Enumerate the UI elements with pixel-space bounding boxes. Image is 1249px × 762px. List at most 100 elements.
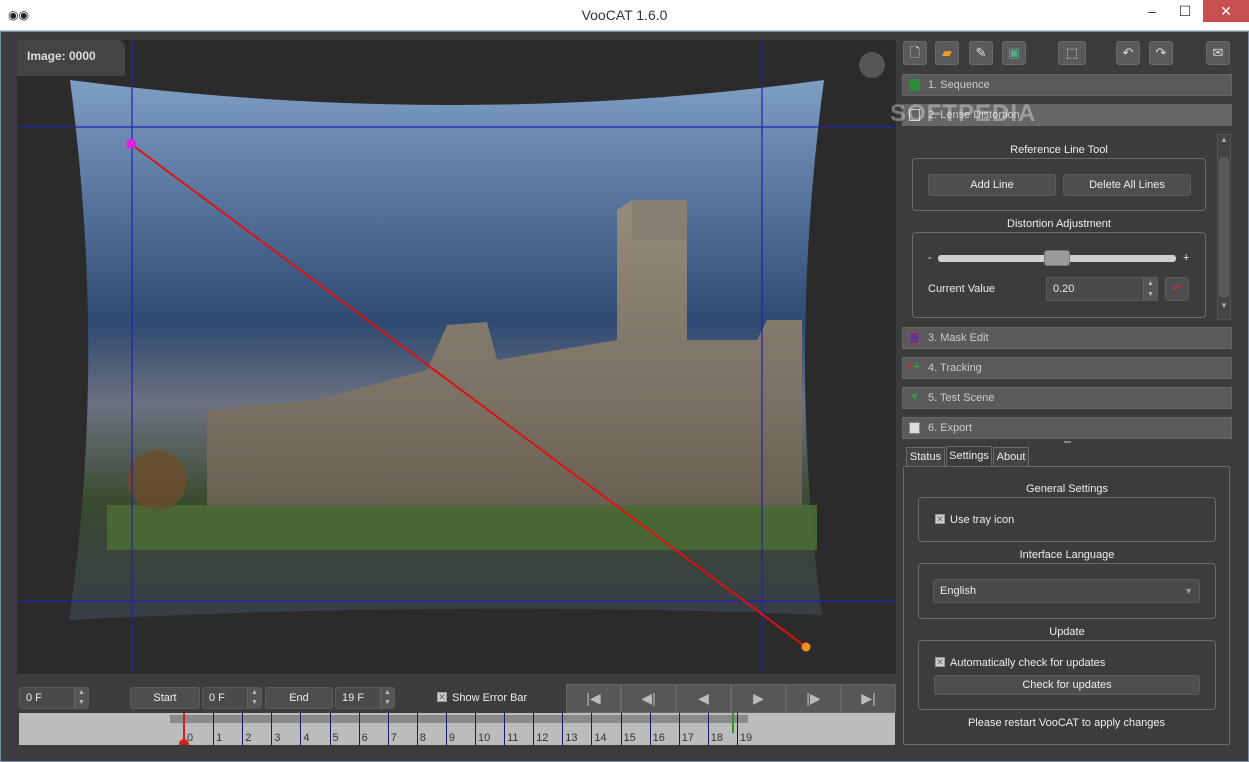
start-frame-input[interactable]: 0 F ▲ ▼	[202, 687, 262, 709]
timeline-tick-line	[329, 713, 331, 745]
language-select-value: English	[940, 585, 977, 597]
start-down-icon[interactable]: ▼	[247, 698, 261, 708]
image-viewer[interactable]	[17, 40, 896, 674]
end-marker[interactable]	[732, 713, 734, 733]
viewer-canvas[interactable]	[17, 40, 896, 674]
timeline-tick-label: 17	[681, 732, 694, 744]
show-error-bar-label: Show Error Bar	[452, 692, 528, 704]
end-button[interactable]: End	[265, 687, 333, 709]
timeline-tick-label: 3	[274, 732, 281, 744]
timeline-tick-label: 9	[448, 732, 456, 744]
value-up-icon[interactable]: ▲	[1143, 278, 1157, 289]
auto-update-checkbox[interactable]: ✕	[935, 657, 945, 667]
minimize-button[interactable]: –	[1137, 0, 1167, 22]
slider-plus-label: +	[1183, 252, 1190, 264]
end-up-icon[interactable]: ▲	[380, 688, 394, 698]
timeline-tick-line	[707, 713, 709, 745]
current-value-input[interactable]: 0.20 ▲ ▼	[1046, 277, 1158, 301]
view-indicator	[859, 52, 885, 78]
new-file-icon[interactable]: 🗋	[903, 41, 927, 65]
section-export[interactable]: 6. Export	[902, 417, 1232, 439]
frame-up-icon[interactable]: ▲	[74, 688, 88, 698]
section-export-label: 6. Export	[928, 422, 973, 434]
timeline-tick-label: 19	[739, 732, 753, 744]
current-frame-value: 0 F	[26, 692, 42, 704]
scroll-up-icon[interactable]: ▲	[1219, 135, 1229, 153]
timeline-tick-label: 13	[565, 732, 578, 744]
section-tracking[interactable]: ++ 4. Tracking	[902, 357, 1232, 379]
section-tracking-label: 4. Tracking	[928, 362, 982, 374]
end-frame-input[interactable]: 19 F ▲ ▼	[335, 687, 395, 709]
tab-settings[interactable]: Settings	[946, 446, 992, 466]
select-region-icon[interactable]: ⬚	[1058, 41, 1086, 65]
save-icon[interactable]: ▣	[1002, 41, 1026, 65]
edit-icon[interactable]: ✎	[969, 41, 993, 65]
play-icon[interactable]: ▶	[731, 684, 786, 713]
start-frame-value: 0 F	[209, 692, 225, 704]
timeline[interactable]: 0 1 2 3 4 5 6 7 8 9 10 11 12 13 14 15 16 17 18 19	[19, 713, 895, 745]
timeline-tick-line	[416, 713, 418, 745]
timeline-tick-label: 1	[216, 732, 223, 744]
prev-frame-icon[interactable]: ◀	[676, 684, 731, 713]
interface-language-title: Interface Language	[1019, 549, 1115, 561]
scroll-thumb[interactable]	[1219, 157, 1229, 297]
delete-all-lines-button[interactable]: Delete All Lines	[1063, 174, 1191, 196]
end-down-icon[interactable]: ▼	[380, 698, 394, 708]
show-error-bar-checkbox[interactable]: ✕	[437, 692, 447, 702]
sequence-icon	[909, 79, 920, 91]
image-label: Image: 0000	[17, 40, 125, 76]
timeline-tick-line	[271, 713, 273, 745]
tab-about[interactable]: About	[993, 447, 1029, 466]
open-folder-icon[interactable]: ▰	[935, 41, 959, 65]
current-frame-input[interactable]: 0 F ▲ ▼	[19, 687, 89, 709]
timeline-tick-line	[242, 713, 244, 745]
redo-icon[interactable]: ↷	[1149, 41, 1173, 65]
frame-down-icon[interactable]: ▼	[74, 698, 88, 708]
add-line-button[interactable]: Add Line	[928, 174, 1056, 196]
timeline-tick-line	[445, 713, 447, 745]
timeline-tick-line	[533, 713, 535, 745]
timeline-tick-line	[620, 713, 622, 745]
section-test-scene[interactable]: ▼ 5. Test Scene	[902, 387, 1232, 409]
close-button[interactable]: ✕	[1203, 0, 1249, 22]
splitter-handle[interactable]	[1064, 441, 1071, 443]
playhead-marker[interactable]	[179, 739, 189, 745]
start-button[interactable]: Start	[130, 687, 200, 709]
timeline-tick-line	[736, 713, 738, 745]
section-sequence-label: 1. Sequence	[928, 79, 990, 91]
tab-status[interactable]: Status	[906, 447, 945, 466]
section-mask-edit-label: 3. Mask Edit	[928, 332, 989, 344]
timeline-tick-line	[475, 713, 476, 745]
reference-line-start-handle	[126, 139, 136, 149]
reference-line-title: Reference Line Tool	[1010, 144, 1108, 156]
distortion-slider-handle[interactable]	[1044, 250, 1070, 266]
lawn	[107, 505, 817, 550]
maximize-button[interactable]: ☐	[1170, 0, 1200, 22]
feedback-icon[interactable]: ✉	[1206, 41, 1230, 65]
undo-icon[interactable]: ↶	[1116, 41, 1140, 65]
watermark: SOFTPEDIA	[890, 100, 1037, 127]
language-select[interactable]: English ▼	[933, 579, 1200, 603]
panel-scrollbar[interactable]: ▲ ▼	[1217, 134, 1231, 320]
chevron-down-icon: ▼	[1184, 586, 1193, 596]
next-keyframe-icon[interactable]: |▶	[786, 684, 841, 713]
prev-keyframe-icon[interactable]: ◀|	[621, 684, 676, 713]
timeline-tick-line	[562, 713, 564, 745]
section-sequence[interactable]: 1. Sequence	[902, 74, 1232, 96]
update-title: Update	[1049, 626, 1085, 638]
tracking-icon: ++	[907, 361, 920, 373]
timeline-tick-label: 2	[245, 732, 252, 744]
start-up-icon[interactable]: ▲	[247, 688, 261, 698]
timeline-tick-label: 4	[303, 732, 310, 744]
tray-icon-checkbox[interactable]: ✕	[935, 514, 945, 524]
distortion-adjustment-title: Distortion Adjustment	[1007, 218, 1111, 230]
timeline-tick-label: 7	[390, 732, 397, 744]
last-frame-icon[interactable]: ▶|	[841, 684, 896, 713]
test-scene-icon: ▼	[909, 391, 920, 403]
check-for-updates-button[interactable]: Check for updates	[934, 675, 1200, 695]
reset-value-icon[interactable]: ↶	[1165, 277, 1189, 301]
first-frame-icon[interactable]: |◀	[566, 684, 621, 713]
value-down-icon[interactable]: ▼	[1143, 289, 1157, 300]
section-mask-edit[interactable]: 3. Mask Edit	[902, 327, 1232, 349]
scroll-down-icon[interactable]: ▼	[1219, 301, 1229, 319]
